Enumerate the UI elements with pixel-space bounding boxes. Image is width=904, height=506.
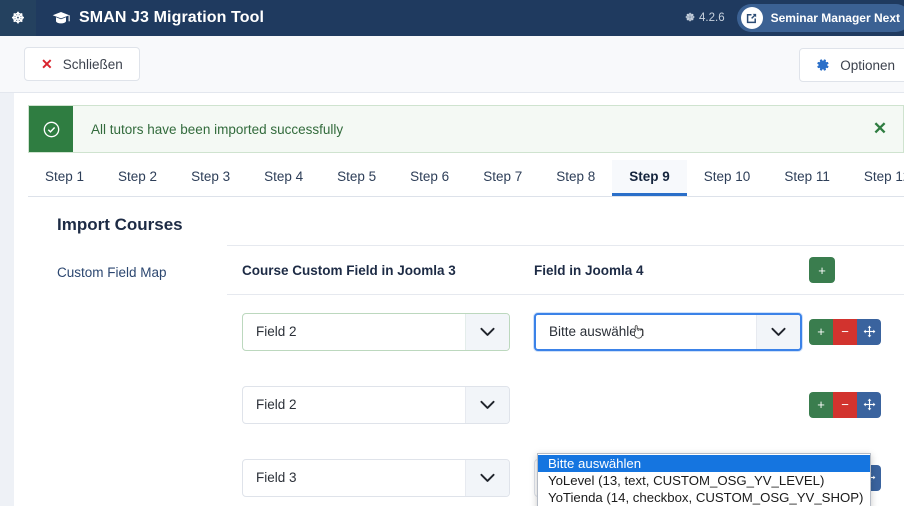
joomla-logo-icon[interactable]: ☸	[0, 0, 36, 36]
tab-step-12[interactable]: Step 12	[847, 160, 904, 196]
column-header-joomla4-label: Field in Joomla 4	[534, 263, 644, 278]
tab-step-1[interactable]: Step 1	[28, 160, 101, 196]
user-label: Seminar Manager Next	[771, 11, 900, 25]
tab-step-10[interactable]: Step 10	[687, 160, 768, 196]
add-row-button[interactable]: +	[809, 319, 833, 345]
success-alert: All tutors have been imported successful…	[28, 105, 904, 153]
content-card: All tutors have been imported successful…	[14, 93, 904, 506]
row-action-group: +−	[809, 319, 881, 345]
joomla4-field-select[interactable]: Bitte auswählen	[534, 313, 802, 351]
close-x-icon: ✕	[41, 57, 53, 71]
cell-joomla4-select: Bitte auswählen	[521, 313, 801, 351]
page-title: SMAN J3 Migration Tool	[52, 9, 264, 27]
tab-label: Step 9	[629, 169, 670, 184]
tab-label: Step 3	[191, 169, 230, 184]
tab-label: Step 2	[118, 169, 157, 184]
version-text: 4.2.6	[699, 12, 725, 24]
custom-field-map-row: Field 2 +−	[227, 368, 904, 441]
dropdown-option[interactable]: Bitte auswählen	[538, 455, 870, 472]
tab-step-7[interactable]: Step 7	[466, 160, 539, 196]
remove-row-button[interactable]: −	[833, 392, 857, 418]
toolbar-left: ✕ Schließen	[24, 47, 140, 81]
gear-icon	[816, 58, 830, 72]
joomla-logo-small-icon: ☸	[685, 13, 695, 24]
options-button-label: Optionen	[840, 58, 895, 73]
close-button[interactable]: ✕ Schließen	[24, 47, 140, 81]
alert-message: All tutors have been imported successful…	[73, 106, 857, 152]
grid-header-row: Course Custom Field in Joomla 3 Field in…	[227, 245, 904, 295]
section-title: Import Courses	[57, 215, 183, 235]
chevron-down-icon[interactable]	[756, 315, 800, 349]
tab-label: Step 1	[45, 169, 84, 184]
dropdown-option[interactable]: YoLevel (13, text, CUSTOM_OSG_YV_LEVEL)	[538, 472, 870, 489]
toolbar: ✕ Schließen Optionen	[0, 36, 904, 93]
tab-label: Step 5	[337, 169, 376, 184]
app-root: ☸ SMAN J3 Migration Tool ☸ 4.2.6	[0, 0, 904, 506]
joomla3-field-select[interactable]: Field 3	[242, 459, 510, 497]
joomla3-field-value: Field 2	[243, 324, 465, 339]
tab-step-4[interactable]: Step 4	[247, 160, 320, 196]
tab-step-2[interactable]: Step 2	[101, 160, 174, 196]
cell-row-actions: +−	[801, 319, 904, 345]
tab-label: Step 10	[704, 169, 751, 184]
app-title-text: SMAN J3 Migration Tool	[79, 9, 264, 27]
toolbar-right: Optionen	[799, 48, 904, 82]
add-row-button[interactable]: +	[809, 257, 835, 283]
app-header: ☸ SMAN J3 Migration Tool ☸ 4.2.6	[0, 0, 904, 36]
cell-joomla3-select: Field 3	[227, 459, 521, 497]
tab-step-5[interactable]: Step 5	[320, 160, 393, 196]
alert-close-button[interactable]: ✕	[857, 106, 903, 152]
cell-row-actions: +−	[801, 392, 904, 418]
dropdown-option[interactable]: YoTienda (14, checkbox, CUSTOM_OSG_YV_SH…	[538, 489, 870, 506]
row-action-group: +−	[809, 392, 881, 418]
cell-joomla3-select: Field 2	[227, 386, 521, 424]
tab-label: Step 12	[864, 169, 904, 184]
check-circle-icon	[29, 106, 73, 152]
field-in-joomla4-dropdown[interactable]: Bitte auswählenYoLevel (13, text, CUSTOM…	[537, 453, 871, 506]
cell-joomla4-select	[521, 386, 801, 424]
tab-label: Step 11	[784, 169, 830, 184]
move-row-button[interactable]	[857, 319, 881, 345]
tab-label: Step 8	[556, 169, 595, 184]
chevron-down-icon[interactable]	[465, 314, 509, 350]
custom-field-map-label: Custom Field Map	[57, 265, 167, 280]
tab-step-8[interactable]: Step 8	[539, 160, 612, 196]
options-button[interactable]: Optionen	[799, 48, 904, 82]
joomla3-field-select[interactable]: Field 2	[242, 313, 510, 351]
column-header-joomla3: Course Custom Field in Joomla 3	[227, 263, 521, 278]
add-row-button[interactable]: +	[809, 392, 833, 418]
graduation-cap-icon	[52, 11, 70, 25]
joomla4-field-value: Bitte auswählen	[536, 324, 756, 339]
close-x-icon: ✕	[873, 119, 887, 139]
tab-label: Step 6	[410, 169, 449, 184]
joomla3-field-select[interactable]: Field 2	[242, 386, 510, 424]
tab-step-3[interactable]: Step 3	[174, 160, 247, 196]
column-header-actions: +	[801, 257, 904, 283]
user-menu[interactable]: Seminar Manager Next	[737, 4, 904, 32]
joomla-logo-glyph: ☸	[11, 11, 24, 26]
tab-step-11[interactable]: Step 11	[767, 160, 847, 196]
tab-label: Step 4	[264, 169, 303, 184]
step-tabs: Step 1 Step 2 Step 3 Step 4 Step 5 Step 6 Step…	[28, 161, 904, 197]
move-row-button[interactable]	[857, 392, 881, 418]
chevron-down-icon[interactable]	[465, 460, 509, 496]
remove-row-button[interactable]: −	[833, 319, 857, 345]
column-header-joomla3-label: Course Custom Field in Joomla 3	[242, 263, 456, 278]
joomla3-field-value: Field 3	[243, 470, 465, 485]
tab-label: Step 7	[483, 169, 522, 184]
chevron-down-icon[interactable]	[465, 387, 509, 423]
close-button-label: Schließen	[63, 57, 123, 72]
custom-field-map-row: Field 2 Bitte auswählen +−	[227, 295, 904, 368]
joomla-version: ☸ 4.2.6	[685, 12, 724, 24]
cell-joomla3-select: Field 2	[227, 313, 521, 351]
joomla3-field-value: Field 2	[243, 397, 465, 412]
page-body: All tutors have been imported successful…	[0, 93, 904, 506]
column-header-joomla4: Field in Joomla 4	[521, 263, 801, 278]
tab-step-6[interactable]: Step 6	[393, 160, 466, 196]
external-link-icon	[741, 7, 763, 29]
tab-step-9[interactable]: Step 9	[612, 160, 687, 196]
